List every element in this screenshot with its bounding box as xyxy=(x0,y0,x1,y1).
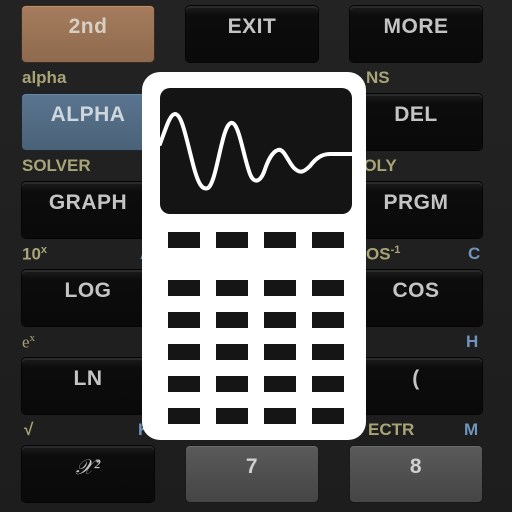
label-vectr: ECTR xyxy=(368,420,415,439)
key-2nd[interactable]: 2nd xyxy=(22,6,154,62)
label-m: M xyxy=(464,420,479,439)
calculator-icon-button xyxy=(216,408,248,424)
calculator-icon-button xyxy=(264,344,296,360)
calculator-icon-button xyxy=(264,232,296,248)
key-8[interactable]: 8 xyxy=(350,446,482,502)
calculator-icon-button xyxy=(168,232,200,248)
key-cos[interactable]: COS xyxy=(350,270,482,326)
calculator-icon-button xyxy=(168,280,200,296)
key-more[interactable]: MORE xyxy=(350,6,482,62)
calculator-icon-button xyxy=(264,408,296,424)
key-ln[interactable]: LN xyxy=(22,358,154,414)
calculator-icon-button xyxy=(264,280,296,296)
key-prgm[interactable]: PRGM xyxy=(350,182,482,238)
calculator-icon-button xyxy=(312,280,344,296)
key-graph[interactable]: GRAPH xyxy=(22,182,154,238)
label-c: C xyxy=(468,244,481,263)
damped-sine-wave-icon xyxy=(158,111,354,191)
key-x-squared[interactable]: 𝒳² xyxy=(22,446,154,502)
calculator-icon-button xyxy=(168,344,200,360)
calculator-icon-button xyxy=(168,408,200,424)
calculator-icon-button xyxy=(312,232,344,248)
calculator-icon-button xyxy=(312,408,344,424)
label-cos-inverse: OS-1 xyxy=(366,244,401,264)
key-alpha[interactable]: ALPHA xyxy=(22,94,154,150)
calculator-icon-button xyxy=(216,232,248,248)
calculator-icon-button xyxy=(216,280,248,296)
label-sqrt: √ xyxy=(24,420,34,439)
label-solver: SOLVER xyxy=(22,156,91,175)
calculator-icon-button xyxy=(312,312,344,328)
calculator-icon-button xyxy=(216,344,248,360)
label-alpha: alpha xyxy=(22,68,67,87)
key-7[interactable]: 7 xyxy=(186,446,318,502)
calculator-icon-button xyxy=(216,312,248,328)
calculator-icon-button xyxy=(168,312,200,328)
key-exit[interactable]: EXIT xyxy=(186,6,318,62)
label-h: H xyxy=(466,332,479,351)
label-10x: 10x xyxy=(22,244,48,264)
calculator-icon-button xyxy=(216,376,248,392)
calculator-icon-button xyxy=(264,376,296,392)
calculator-icon-button xyxy=(264,312,296,328)
calculator-icon-button xyxy=(312,344,344,360)
calculator-icon-button xyxy=(312,376,344,392)
key-open-paren[interactable]: ( xyxy=(350,358,482,414)
label-ex: ex xyxy=(22,332,36,352)
key-del[interactable]: DEL xyxy=(350,94,482,150)
calculator-icon-button xyxy=(168,376,200,392)
key-log[interactable]: LOG xyxy=(22,270,154,326)
label-ns: NS xyxy=(366,68,390,87)
